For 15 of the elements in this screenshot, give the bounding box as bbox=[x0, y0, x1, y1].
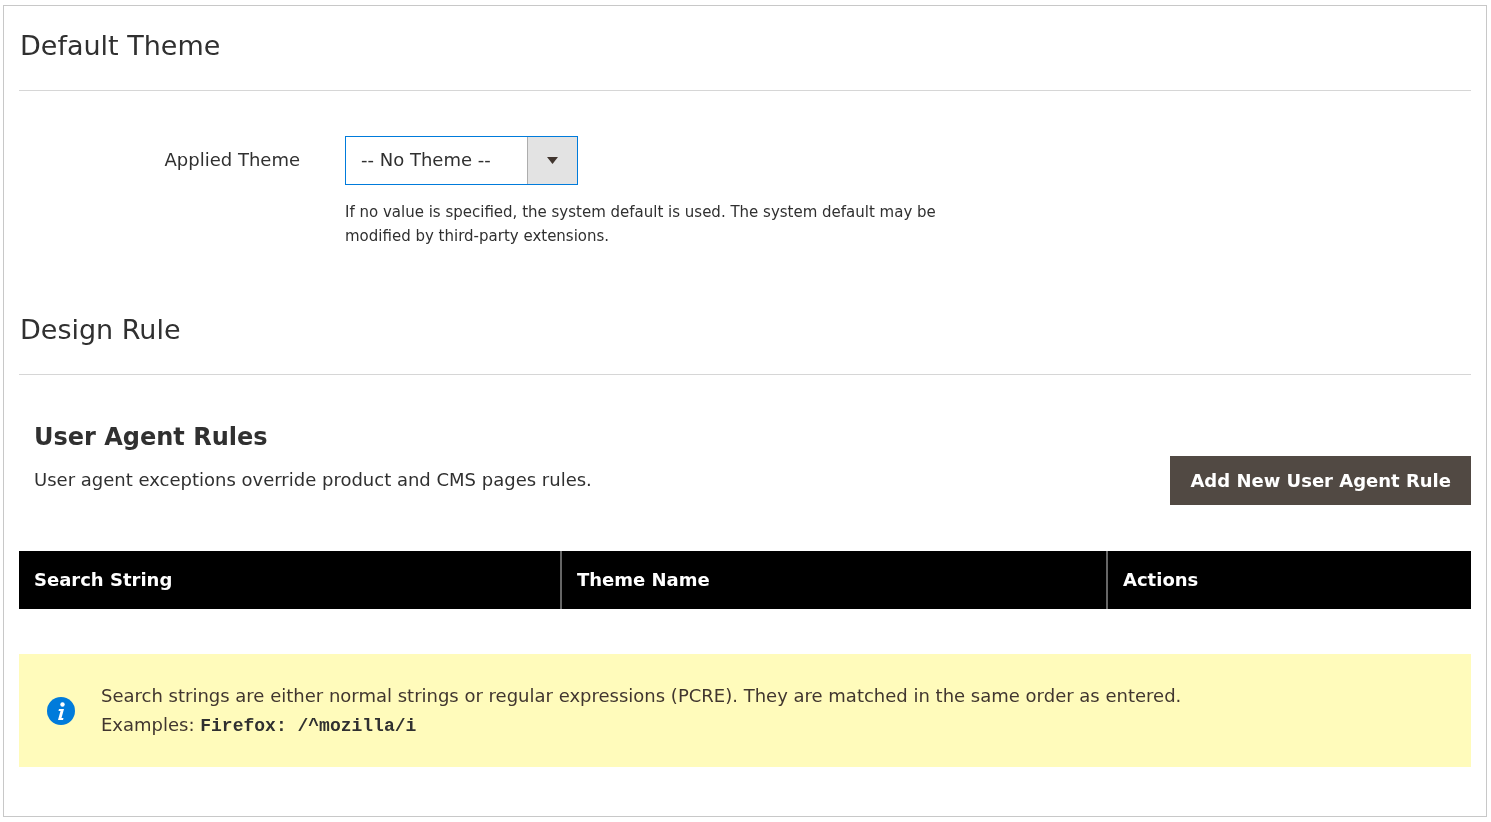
theme-select[interactable]: -- No Theme -- bbox=[345, 136, 578, 185]
field-note: If no value is specified, the system default is used. The system default may be modified by third-party extensions. bbox=[345, 202, 937, 247]
description: User agent exceptions override product and CMS pages rules. bbox=[34, 468, 592, 492]
column-header: Actions bbox=[1106, 551, 1471, 609]
section-title: Design Rule bbox=[19, 314, 182, 346]
column-header: Search String bbox=[33, 568, 174, 592]
field-label: Applied Theme bbox=[163, 148, 301, 172]
column-header: Theme Name bbox=[560, 551, 1106, 609]
caret-icon bbox=[547, 157, 558, 164]
subsection-title: User Agent Rules bbox=[34, 422, 269, 452]
section-title: Default Theme bbox=[19, 30, 222, 62]
info-icon bbox=[47, 696, 75, 725]
notice-examples: Examples: Firefox: /^mozilla/i bbox=[101, 712, 418, 738]
notice-text: Search strings are either normal strings or regular expressions (PCRE). They are matched in the same order as entered. bbox=[101, 683, 1182, 708]
add-rule-button[interactable]: Add New User Agent Rule bbox=[1170, 456, 1471, 505]
